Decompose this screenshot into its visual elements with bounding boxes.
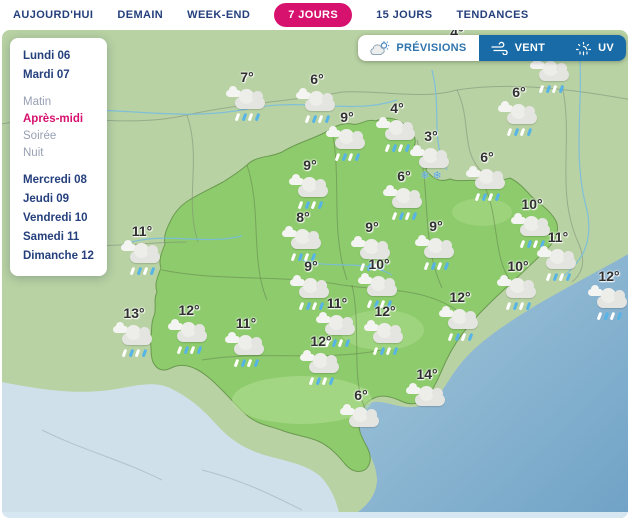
wind-icon <box>491 41 509 55</box>
nav-tab-tendances[interactable]: TENDANCES <box>457 5 529 25</box>
sidebar-day-vendredi-10[interactable]: Vendredi 10 <box>23 209 88 228</box>
previsions-button[interactable]: PRÉVISIONS <box>358 35 478 61</box>
sun-cloud-icon <box>370 41 390 56</box>
nav-tab-demain[interactable]: DEMAIN <box>117 5 163 25</box>
sidebar-day-mardi-07[interactable]: Mardi 07 <box>23 66 70 85</box>
nav-tab-aujourd-hui[interactable]: AUJOURD'HUI <box>13 5 93 25</box>
previsions-label: PRÉVISIONS <box>396 42 466 54</box>
sidebar-period-nuit[interactable]: Nuit <box>23 145 43 162</box>
map-bottom-edge <box>2 512 628 518</box>
uv-button[interactable]: UV <box>561 35 626 61</box>
forecast-map[interactable]: Lundi 06Mardi 07 MatinAprès-midiSoiréeNui… <box>2 30 628 518</box>
sidebar-day-mercredi-08[interactable]: Mercredi 08 <box>23 171 87 190</box>
sidebar-day-lundi-06[interactable]: Lundi 06 <box>23 47 70 66</box>
period-nav: AUJOURD'HUI DEMAIN WEEK-END 7 JOURS 15 JOURS… <box>0 0 630 30</box>
view-toggle: PRÉVISIONS VENT UV <box>358 35 626 61</box>
day-selector-panel: Lundi 06Mardi 07 MatinAprès-midiSoiréeNui… <box>10 38 107 276</box>
uv-sun-icon <box>575 41 592 56</box>
nav-tab-week-end[interactable]: WEEK-END <box>187 5 250 25</box>
sidebar-period-matin[interactable]: Matin <box>23 94 51 111</box>
sidebar-day-jeudi-09[interactable]: Jeudi 09 <box>23 190 69 209</box>
sidebar-period-soir-e[interactable]: Soirée <box>23 128 56 145</box>
uv-label: UV <box>598 42 614 54</box>
vent-label: VENT <box>515 42 546 54</box>
sidebar-day-samedi-11[interactable]: Samedi 11 <box>23 228 79 247</box>
sidebar-day-dimanche-12[interactable]: Dimanche 12 <box>23 247 94 266</box>
vent-button[interactable]: VENT <box>479 35 562 61</box>
nav-tab-15-jours[interactable]: 15 JOURS <box>376 5 432 25</box>
sidebar-period-apr-s-midi[interactable]: Après-midi <box>23 111 83 128</box>
nav-tab-7-jours[interactable]: 7 JOURS <box>274 3 352 27</box>
